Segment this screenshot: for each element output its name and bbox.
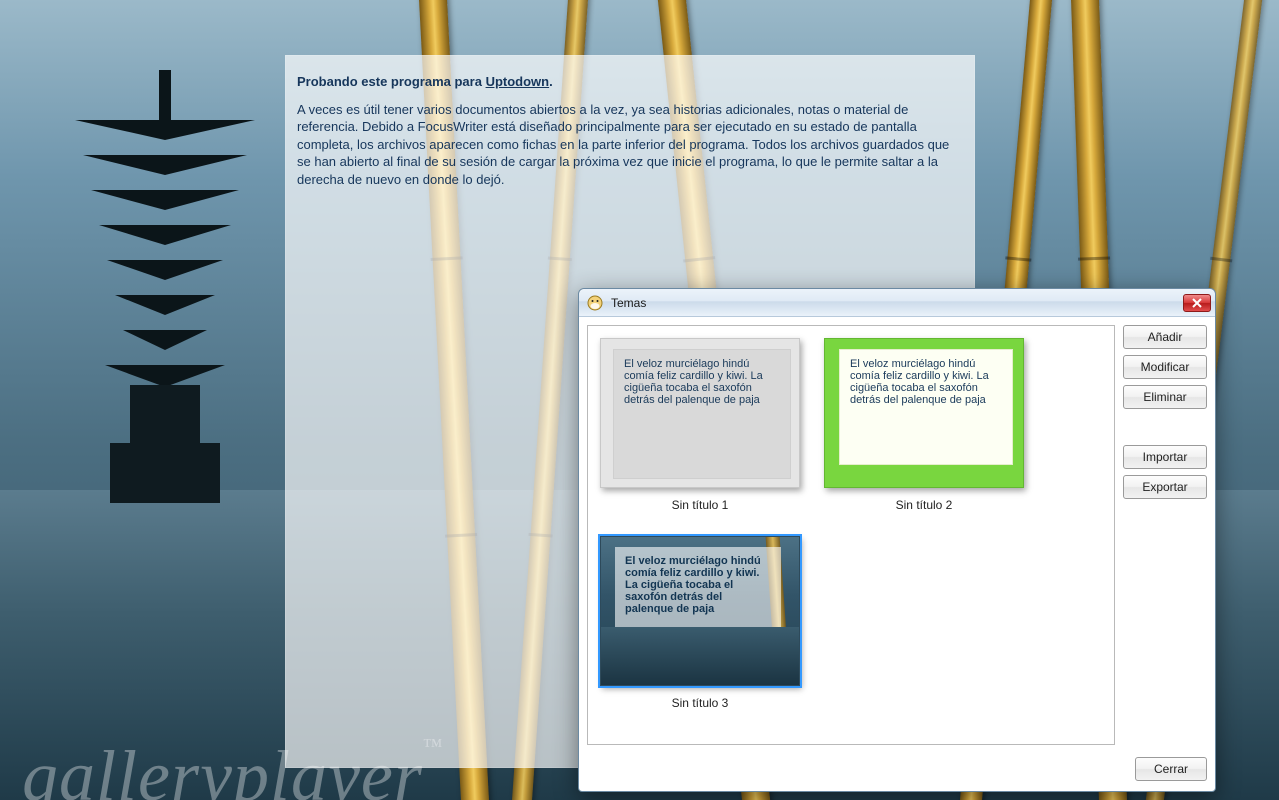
theme-thumbnail-watermark: galleryplayer [607, 670, 661, 681]
editor-heading-prefix: Probando este programa para [297, 74, 486, 89]
theme-item-2[interactable]: El veloz murciélago hindú comía feliz ca… [824, 338, 1024, 512]
desktop-wallpaper: galleryplayer™ Probando este programa pa… [0, 0, 1279, 800]
app-icon [587, 295, 603, 311]
close-button[interactable]: Cerrar [1135, 757, 1207, 781]
theme-thumbnail: El veloz murciélago hindú comía feliz ca… [824, 338, 1024, 488]
theme-sample-text: El veloz murciélago hindú comía feliz ca… [615, 547, 781, 647]
editor-heading-link: Uptodown [486, 74, 550, 89]
close-icon [1192, 298, 1202, 308]
theme-label: Sin título 3 [672, 696, 729, 710]
theme-label: Sin título 2 [896, 498, 953, 512]
modify-button[interactable]: Modificar [1123, 355, 1207, 379]
dialog-titlebar[interactable]: Temas [579, 289, 1215, 317]
themes-dialog: Temas El veloz murciélago hindú comía fe… [578, 288, 1216, 792]
editor-heading-suffix: . [549, 74, 553, 89]
delete-button[interactable]: Eliminar [1123, 385, 1207, 409]
dialog-close-button[interactable] [1183, 294, 1211, 312]
theme-item-3[interactable]: El veloz murciélago hindú comía feliz ca… [600, 536, 800, 710]
theme-thumbnail: El veloz murciélago hindú comía feliz ca… [600, 536, 800, 686]
theme-label: Sin título 1 [672, 498, 729, 512]
theme-sample-text: El veloz murciélago hindú comía feliz ca… [839, 349, 1013, 465]
theme-sample-text: El veloz murciélago hindú comía feliz ca… [613, 349, 791, 479]
dialog-footer: Cerrar [579, 753, 1215, 791]
wallpaper-pagoda [85, 70, 245, 500]
editor-paragraph: A veces es útil tener varios documentos … [297, 101, 963, 189]
export-button[interactable]: Exportar [1123, 475, 1207, 499]
themes-panel: El veloz murciélago hindú comía feliz ca… [587, 325, 1115, 745]
import-button[interactable]: Importar [1123, 445, 1207, 469]
theme-item-1[interactable]: El veloz murciélago hindú comía feliz ca… [600, 338, 800, 512]
dialog-side-buttons: Añadir Modificar Eliminar Importar Expor… [1123, 325, 1207, 745]
editor-heading: Probando este programa para Uptodown. [297, 73, 963, 91]
dialog-title: Temas [611, 296, 1175, 310]
theme-thumbnail: El veloz murciélago hindú comía feliz ca… [600, 338, 800, 488]
add-button[interactable]: Añadir [1123, 325, 1207, 349]
